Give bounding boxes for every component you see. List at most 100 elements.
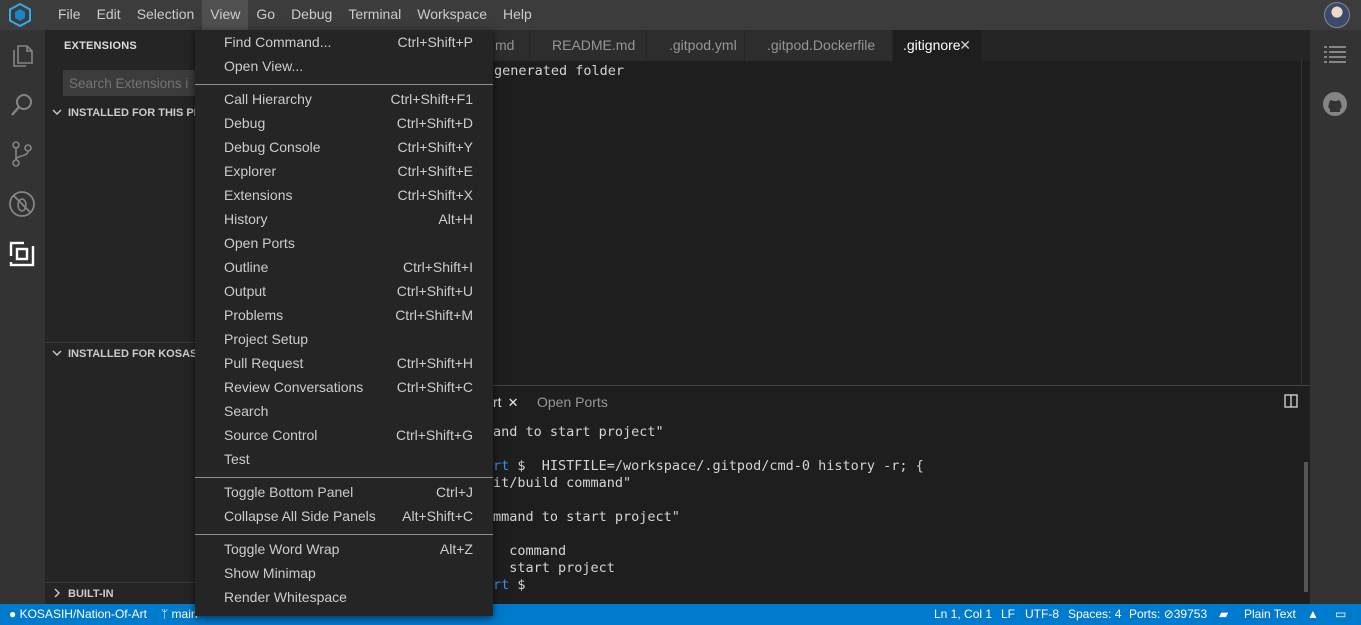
menu-item-search[interactable]: Search [195,400,493,424]
menu-item-pull-request[interactable]: Pull Request Ctrl+Shift+H [195,352,493,376]
menu-item-label: Source Control [224,427,318,443]
menu-bar: File Edit Selection View Go Debug Terminal Work… [50,0,540,30]
tab-gitpod-dockerfile[interactable]: .gitpod.Dockerfile [745,30,893,61]
feedback-icon[interactable]: ▰ [1219,607,1228,621]
repo-item[interactable]: ● KOSASIH/Nation-Of-Art [9,607,147,621]
menu-item-find-command[interactable]: Find Command... Ctrl+Shift+P [195,31,493,55]
menu-item-extensions[interactable]: Extensions Ctrl+Shift+X [195,184,493,208]
menu-item-render-whitespace[interactable]: Render Whitespace [195,586,493,610]
eol-indicator[interactable]: LF [1001,607,1015,621]
menu-item-collapse-all-side-panels[interactable]: Collapse All Side Panels Alt+Shift+C [195,505,493,529]
menu-separator [195,534,493,535]
tab-label: rt [493,394,502,410]
terminal-line: mmand to start project" [493,509,680,525]
menu-workspace[interactable]: Workspace [409,0,495,30]
menu-item-shortcut: Ctrl+Shift+E [397,163,473,179]
cursor-position[interactable]: Ln 1, Col 1 [934,607,992,621]
menu-item-history[interactable]: History Alt+H [195,208,493,232]
tab-open-ports[interactable]: Open Ports [537,394,608,410]
section-label: INSTALLED FOR THIS PR [68,107,202,119]
explorer-icon[interactable] [8,42,36,70]
menu-item-label: Open View... [224,58,304,74]
menu-item-source-control[interactable]: Source Control Ctrl+Shift+G [195,424,493,448]
tab-gitignore[interactable]: .gitignore ✕ [893,30,982,61]
terminal-line: command [493,543,566,559]
search-icon[interactable] [8,91,36,119]
menu-item-shortcut: Ctrl+Shift+D [396,115,473,131]
tab-readme[interactable]: README.md [530,30,647,61]
terminal-text: $ HISTFILE=/workspace/.gitpod/cmd-0 hist… [509,458,924,474]
right-activity-bar [1310,30,1361,604]
menu-item-project-setup[interactable]: Project Setup [195,328,493,352]
source-control-icon[interactable] [8,140,36,168]
indent-indicator[interactable]: Spaces: 4 [1068,607,1121,621]
tab-gitpod-yml[interactable]: .gitpod.yml [647,30,745,61]
menu-item-shortcut: Ctrl+Shift+C [396,379,473,395]
title-bar: File Edit Selection View Go Debug Terminal Work… [0,0,1361,30]
github-icon[interactable] [1322,91,1348,117]
menu-item-label: Open Ports [224,235,295,251]
menu-item-show-minimap[interactable]: Show Minimap [195,562,493,586]
menu-item-debug[interactable]: Debug Ctrl+Shift+D [195,112,493,136]
branch-item[interactable]: ᛘ main [161,607,198,621]
menu-item-debug-console[interactable]: Debug Console Ctrl+Shift+Y [195,136,493,160]
menu-item-problems[interactable]: Problems Ctrl+Shift+M [195,304,493,328]
menu-item-label: Toggle Bottom Panel [224,484,354,500]
ports-label: Ports: [1129,607,1161,621]
menu-item-output[interactable]: Output Ctrl+Shift+U [195,280,493,304]
tab-terminal[interactable]: rt ✕ [493,394,518,411]
close-icon[interactable]: ✕ [959,30,971,61]
debug-icon[interactable] [8,190,36,218]
prompt-fragment: rt [493,577,510,593]
language-mode[interactable]: Plain Text [1244,607,1296,621]
panel-toggle-icon[interactable]: ▭ [1335,607,1346,621]
menu-item-open-view[interactable]: Open View... [195,55,493,79]
terminal-line: start project [493,560,615,576]
terminal-line: and to start project" [493,424,664,440]
ports-item[interactable]: Ports: ⊘39753 [1129,607,1207,621]
menu-terminal[interactable]: Terminal [340,0,409,30]
menu-item-label: Problems [224,307,284,323]
menu-item-outline[interactable]: Outline Ctrl+Shift+I [195,256,493,280]
split-panel-icon[interactable] [1284,394,1298,408]
menu-edit[interactable]: Edit [89,0,129,30]
menu-view[interactable]: View [202,0,249,30]
no-entry-icon: ⊘ [1163,607,1174,621]
activity-bar [0,30,45,604]
menu-item-open-ports[interactable]: Open Ports [195,232,493,256]
menu-item-shortcut: Ctrl+Shift+M [395,307,473,323]
outline-icon[interactable] [1324,45,1346,63]
menu-debug[interactable]: Debug [283,0,340,30]
close-icon[interactable]: ✕ [508,395,519,410]
menu-item-label: Find Command... [224,34,332,50]
menu-item-label: History [224,211,268,227]
branch-label: main [171,607,198,621]
menu-selection[interactable]: Selection [129,0,203,30]
menu-item-label: Collapse All Side Panels [224,508,376,524]
menu-item-toggle-word-wrap[interactable]: Toggle Word Wrap Alt+Z [195,538,493,562]
menu-go[interactable]: Go [248,0,283,30]
menu-item-call-hierarchy[interactable]: Call Hierarchy Ctrl+Shift+F1 [195,88,493,112]
section-built-in[interactable]: BUILT-IN [45,582,195,605]
menu-help[interactable]: Help [495,0,540,30]
menu-item-shortcut: Ctrl+Shift+U [396,283,473,299]
terminal-scrollbar[interactable] [1304,462,1308,592]
prompt-fragment: rt [493,458,510,474]
section-installed-user[interactable]: INSTALLED FOR KOSASI [45,342,200,365]
menu-item-explorer[interactable]: Explorer Ctrl+Shift+E [195,160,493,184]
menu-item-review-conversations[interactable]: Review Conversations Ctrl+Shift+C [195,376,493,400]
menu-item-toggle-bottom-panel[interactable]: Toggle Bottom Panel Ctrl+J [195,481,493,505]
encoding-indicator[interactable]: UTF-8 [1025,607,1059,621]
section-installed-project[interactable]: INSTALLED FOR THIS PR [45,102,202,124]
menu-item-shortcut: Ctrl+Shift+G [395,427,473,443]
avatar[interactable] [1324,2,1350,28]
menu-file[interactable]: File [50,0,89,30]
sidebar-title: EXTENSIONS [64,40,137,52]
menu-item-label: Project Setup [224,331,309,347]
notifications-icon[interactable]: ▲ [1307,607,1319,621]
search-extensions-input[interactable] [63,70,195,96]
extensions-icon[interactable] [8,240,36,268]
menu-item-label: Show Minimap [224,565,316,581]
menu-item-label: Toggle Word Wrap [224,541,340,557]
menu-item-test[interactable]: Test [195,448,493,472]
